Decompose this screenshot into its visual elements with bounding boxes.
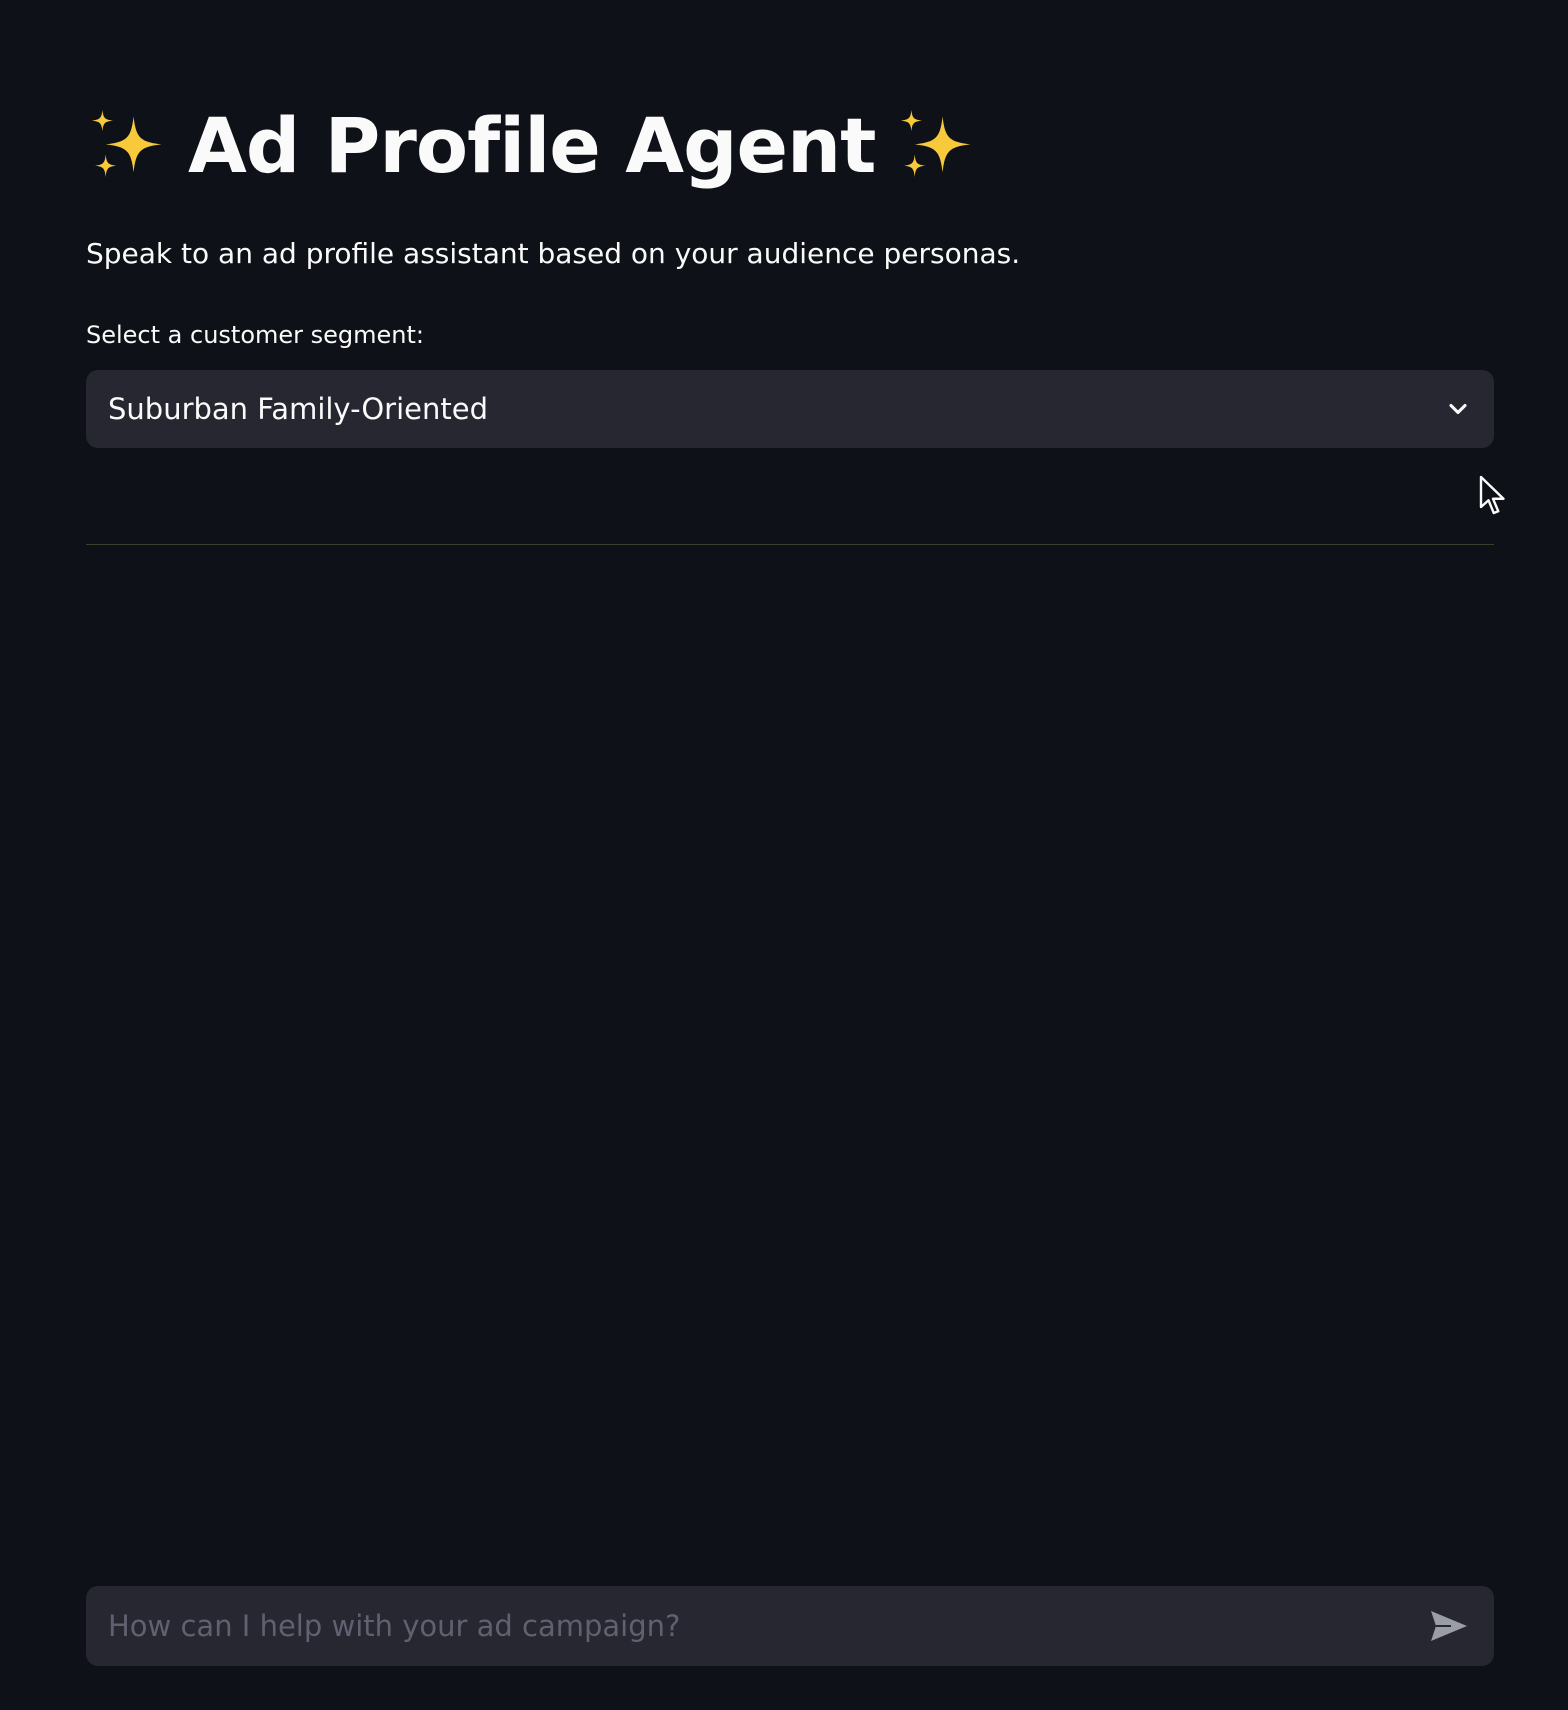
mouse-pointer-icon [1479, 475, 1505, 515]
send-button[interactable] [1424, 1601, 1474, 1651]
chevron-down-icon [1449, 403, 1467, 415]
sparkles-icon [901, 109, 971, 178]
page-header: Ad Profile Agent [86, 96, 977, 196]
section-divider [86, 544, 1494, 545]
send-icon [1431, 1611, 1467, 1641]
page-title: Ad Profile Agent [188, 101, 876, 190]
segment-select-value: Suburban Family-Oriented [108, 392, 489, 426]
sparkles-icon [91, 109, 162, 178]
segment-select[interactable]: Suburban Family-Oriented [86, 370, 1494, 448]
app-root: Ad Profile Agent Speak to an ad profile … [0, 0, 1568, 1710]
chat-input-bar [86, 1586, 1494, 1666]
segment-select-label: Select a customer segment: [86, 321, 425, 349]
chat-input[interactable] [106, 1595, 1424, 1657]
page-subtitle: Speak to an ad profile assistant based o… [86, 237, 1021, 270]
